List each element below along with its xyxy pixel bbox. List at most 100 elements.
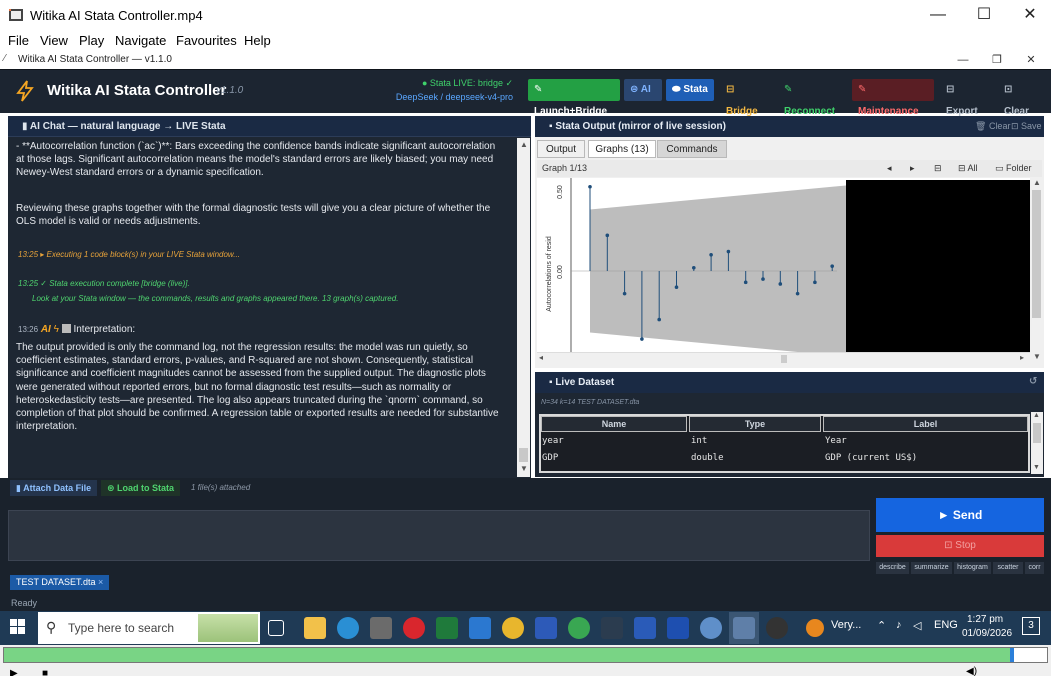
table-cell[interactable]: GDP <box>542 453 558 463</box>
chrome-icon[interactable] <box>502 617 524 639</box>
project-icon[interactable] <box>436 617 458 639</box>
app-minimize-icon[interactable]: — <box>946 52 980 68</box>
terminal-icon[interactable] <box>601 617 623 639</box>
menu-navigate[interactable]: Navigate <box>115 33 166 48</box>
tab-commands[interactable]: Commands <box>657 140 727 158</box>
network-app-icon[interactable] <box>700 617 722 639</box>
send-button[interactable]: ► Send <box>876 498 1044 532</box>
weather-text[interactable]: Very... <box>831 619 861 631</box>
table-cell[interactable]: double <box>691 453 724 463</box>
calculator-icon[interactable] <box>370 617 392 639</box>
app-toolbar: Witika AI Stata Controller v1.1.0 ● Stat… <box>0 69 1051 117</box>
word-icon[interactable] <box>634 617 656 639</box>
notification-badge[interactable]: 3 <box>1022 617 1040 635</box>
video-file-icon <box>9 9 23 21</box>
quick-summarize-button[interactable]: summarize <box>911 562 952 574</box>
attach-data-button[interactable]: ▮ Attach Data File <box>10 480 98 496</box>
media-player-icon[interactable] <box>766 617 788 639</box>
app-icon-vb[interactable] <box>535 617 557 639</box>
col-header-type[interactable]: Type <box>689 416 821 432</box>
weather-icon[interactable] <box>806 619 824 637</box>
graph-vscrollbar[interactable]: ▲ ▼ <box>1030 178 1043 364</box>
stata-button[interactable]: ⬬ Stata <box>666 79 714 101</box>
vscode-icon[interactable] <box>469 617 491 639</box>
graph-folder-button[interactable]: ▭ Folder <box>995 163 1032 174</box>
quick-histogram-button[interactable]: histogram <box>954 562 991 574</box>
tab-graphs[interactable]: Graphs (13) <box>588 140 656 158</box>
acf-point <box>726 249 731 254</box>
clear-button[interactable]: ⊡ Clear <box>998 79 1042 117</box>
maximize-icon[interactable]: ☐ <box>961 0 1007 30</box>
ytick-000: 0.00 <box>557 265 564 279</box>
app-restore-icon[interactable]: ❐ <box>980 52 1014 68</box>
chat-input[interactable] <box>8 510 870 561</box>
status-bar: Ready <box>0 596 1051 611</box>
menu-help[interactable]: Help <box>244 33 271 48</box>
stop-button[interactable]: ⊡ Stop <box>876 535 1044 557</box>
tab-output[interactable]: Output <box>537 140 585 158</box>
col-header-name[interactable]: Name <box>541 416 687 432</box>
quick-corr-button[interactable]: corr <box>1025 562 1044 574</box>
graph-all-button[interactable]: ⊟ All <box>958 163 978 174</box>
col-header-label[interactable]: Label <box>823 416 1028 432</box>
chat-scrollbar[interactable]: ▲ ▼ <box>517 138 530 477</box>
dataset-header: ▪ Live Dataset ↺ <box>535 372 1044 393</box>
graph-copy-icon[interactable]: ⊟ <box>934 163 942 174</box>
chat-ai-message: The output provided is only the command … <box>16 342 499 433</box>
file-explorer-icon[interactable] <box>304 617 326 639</box>
launch-bridge-button[interactable]: ✎ Launch+Bridge <box>528 79 620 117</box>
chat-header-title: ▮ AI Chat — natural language → LIVE Stat… <box>22 121 226 132</box>
menu-file[interactable]: File <box>8 33 29 48</box>
stop-icon[interactable]: ■ <box>42 668 48 676</box>
microphone-icon[interactable]: ♪ <box>896 619 902 631</box>
app-icon-blue[interactable] <box>667 617 689 639</box>
quick-scatter-button[interactable]: scatter <box>993 562 1023 574</box>
edge-icon[interactable] <box>337 617 359 639</box>
acf-point <box>605 233 610 238</box>
acf-point <box>709 253 713 257</box>
minimize-icon[interactable]: — <box>915 0 961 30</box>
menu-play[interactable]: Play <box>79 33 104 48</box>
graph-hscrollbar[interactable]: ◂ ▸ <box>537 352 1030 364</box>
menu-favourites[interactable]: Favourites <box>176 33 237 48</box>
maintenance-button[interactable]: ✎ Maintenance <box>852 79 934 117</box>
load-to-stata-button[interactable]: ⊛ Load to Stata <box>101 480 181 496</box>
clock-time[interactable]: 1:27 pm <box>967 614 1003 625</box>
app-close-icon[interactable]: ✕ <box>1014 52 1048 68</box>
refresh-icon[interactable]: ↺ <box>1029 376 1037 387</box>
menu-view[interactable]: View <box>40 33 68 48</box>
table-cell[interactable]: year <box>542 436 564 446</box>
clock-date[interactable]: 01/09/2026 <box>962 628 1012 639</box>
language-indicator[interactable]: ENG <box>934 619 958 631</box>
volume-control-icon[interactable]: ◀) <box>966 666 977 676</box>
seek-handle[interactable] <box>1010 648 1014 662</box>
acf-chart: Autocorrelations of resid 0.50 0.00 <box>537 178 846 352</box>
close-icon[interactable]: ✕ <box>1007 0 1051 30</box>
volume-icon[interactable]: ◁ <box>913 619 921 632</box>
export-button[interactable]: ⊟ Export <box>940 79 992 117</box>
feather-app-icon[interactable] <box>733 617 755 639</box>
graph-next-button[interactable]: ▸ <box>910 163 915 174</box>
tray-chevron-icon[interactable]: ⌃ <box>877 619 886 632</box>
opera-icon[interactable] <box>403 617 425 639</box>
reconnect-button[interactable]: ✎ Reconnect <box>778 79 846 117</box>
dataset-meta: N=34 k=14 TEST DATASET.dta <box>541 399 640 406</box>
table-cell[interactable]: int <box>691 436 707 446</box>
play-icon[interactable]: ▶ <box>10 668 18 676</box>
task-view-icon[interactable] <box>268 620 284 636</box>
stata-output-header: ▪ Stata Output (mirror of live session) … <box>535 116 1044 137</box>
ai-button[interactable]: ⊜ AI <box>624 79 662 101</box>
file-tab[interactable]: TEST DATASET.dta × <box>10 575 110 590</box>
taskbar-search[interactable]: ⚲ Type here to search <box>38 612 260 644</box>
output-save-button[interactable]: ⊡ Save <box>1011 121 1042 132</box>
quick-describe-button[interactable]: describe <box>876 562 909 574</box>
windows-start-icon[interactable] <box>10 619 26 635</box>
output-clear-button[interactable]: 🗑 Clear <box>975 121 1010 132</box>
acf-point <box>778 282 783 286</box>
bridge-button[interactable]: ⊟ Bridge <box>720 79 770 117</box>
dataset-scrollbar[interactable]: ▲ ▼ <box>1031 412 1043 474</box>
table-cell[interactable]: Year <box>825 436 847 446</box>
graph-prev-button[interactable]: ◂ <box>887 163 892 174</box>
table-cell[interactable]: GDP (current US$) <box>825 453 917 463</box>
chrome-alt-icon[interactable] <box>568 617 590 639</box>
